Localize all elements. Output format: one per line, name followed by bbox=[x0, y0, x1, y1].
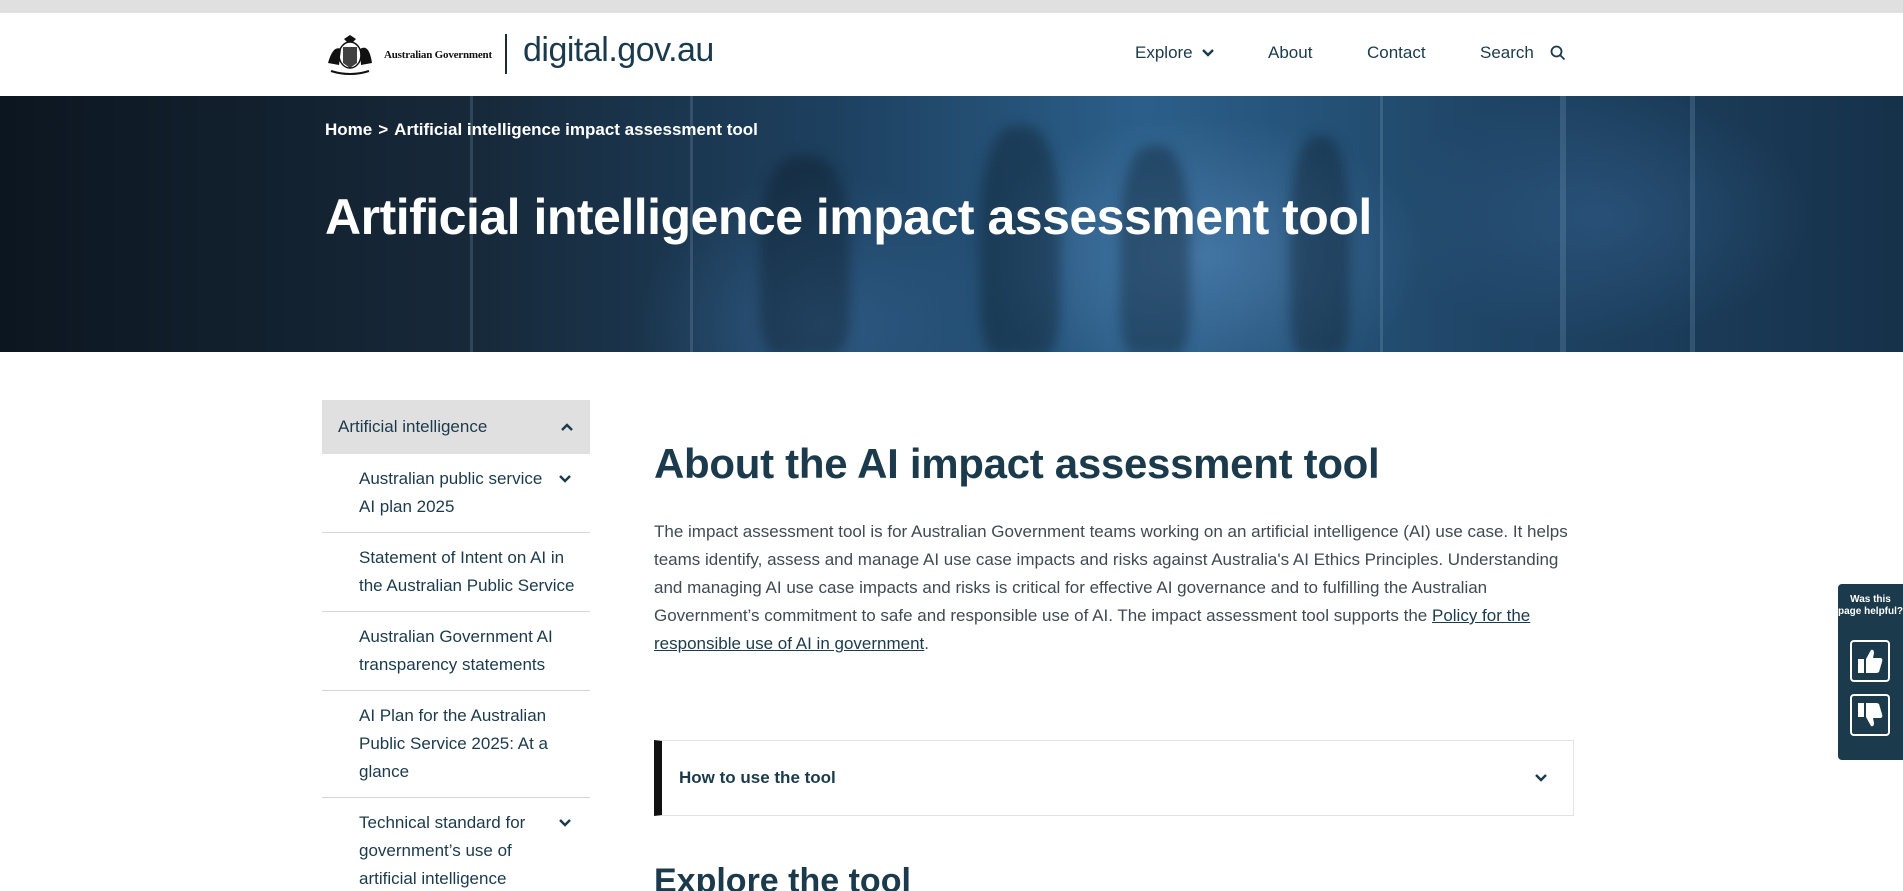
thumbs-up-button[interactable] bbox=[1850, 640, 1890, 682]
site-header: Australian Government digital.gov.au Exp… bbox=[0, 13, 1903, 96]
search-icon bbox=[1550, 45, 1566, 61]
thumbs-up-icon bbox=[1858, 649, 1883, 673]
thumbs-down-button[interactable] bbox=[1850, 694, 1890, 736]
sidebar-item-label: Australian Government AI transparency st… bbox=[359, 627, 553, 674]
accordion-label: How to use the tool bbox=[679, 768, 836, 787]
feedback-label: Was this page helpful? bbox=[1838, 594, 1903, 617]
nav-explore-label: Explore bbox=[1135, 43, 1193, 62]
gov-name: Australian Government bbox=[384, 49, 492, 61]
nav-search-label: Search bbox=[1480, 43, 1534, 62]
sidebar-item-label: Statement of Intent on AI in the Austral… bbox=[359, 548, 575, 595]
breadcrumb-current: Artificial intelligence impact assessmen… bbox=[394, 120, 758, 139]
nav-explore[interactable]: Explore bbox=[1135, 43, 1215, 63]
sidebar-item-label: Australian public service AI plan 2025 bbox=[359, 469, 543, 516]
page-title: Artificial intelligence impact assessmen… bbox=[325, 189, 1372, 245]
nav-contact[interactable]: Contact bbox=[1367, 43, 1426, 63]
top-strip bbox=[0, 0, 1903, 13]
sidebar-item-label: AI Plan for the Australian Public Servic… bbox=[359, 706, 549, 781]
logo-divider bbox=[505, 34, 507, 74]
sidebar-item-transparency-statements[interactable]: Australian Government AI transparency st… bbox=[322, 612, 590, 691]
main-content: About the AI impact assessment tool The … bbox=[654, 440, 1574, 658]
sidebar-heading-artificial-intelligence[interactable]: Artificial intelligence bbox=[322, 400, 590, 454]
intro-paragraph: The impact assessment tool is for Austra… bbox=[654, 518, 1574, 658]
breadcrumb-separator: > bbox=[378, 120, 389, 139]
explore-heading: Explore the tool bbox=[654, 862, 911, 891]
sidebar-item-technical-standard[interactable]: Technical standard for government’s use … bbox=[322, 798, 590, 891]
sidebar-item-ai-plan-glance[interactable]: AI Plan for the Australian Public Servic… bbox=[322, 691, 590, 798]
chevron-down-icon[interactable] bbox=[558, 818, 572, 828]
intro-end: . bbox=[924, 634, 930, 653]
hero-banner: Home > Artificial intelligence impact as… bbox=[0, 96, 1903, 352]
section-title: About the AI impact assessment tool bbox=[654, 440, 1380, 487]
sidebar-heading-label: Artificial intelligence bbox=[338, 417, 488, 436]
chevron-down-icon bbox=[1201, 49, 1214, 57]
site-name[interactable]: digital.gov.au bbox=[523, 31, 714, 70]
thumbs-down-icon bbox=[1858, 703, 1883, 727]
accordion-how-to-use[interactable]: How to use the tool bbox=[654, 740, 1574, 816]
breadcrumb: Home > Artificial intelligence impact as… bbox=[325, 120, 758, 140]
chevron-up-icon[interactable] bbox=[560, 422, 574, 432]
nav-search[interactable]: Search bbox=[1480, 43, 1566, 63]
intro-text: The impact assessment tool is for Austra… bbox=[654, 522, 1568, 625]
chevron-down-icon[interactable] bbox=[558, 474, 572, 484]
feedback-widget: Was this page helpful? bbox=[1838, 584, 1903, 760]
sidebar-item-label: Technical standard for government’s use … bbox=[359, 813, 526, 888]
breadcrumb-home[interactable]: Home bbox=[325, 120, 372, 140]
chevron-down-icon bbox=[1535, 774, 1547, 782]
coat-of-arms-icon bbox=[328, 35, 372, 75]
sidebar-item-statement-of-intent[interactable]: Statement of Intent on AI in the Austral… bbox=[322, 533, 590, 612]
nav-about[interactable]: About bbox=[1268, 43, 1312, 63]
sidebar-item-apsaiplan[interactable]: Australian public service AI plan 2025 bbox=[322, 454, 590, 533]
sidebar-nav: Artificial intelligence Australian publi… bbox=[322, 400, 590, 891]
